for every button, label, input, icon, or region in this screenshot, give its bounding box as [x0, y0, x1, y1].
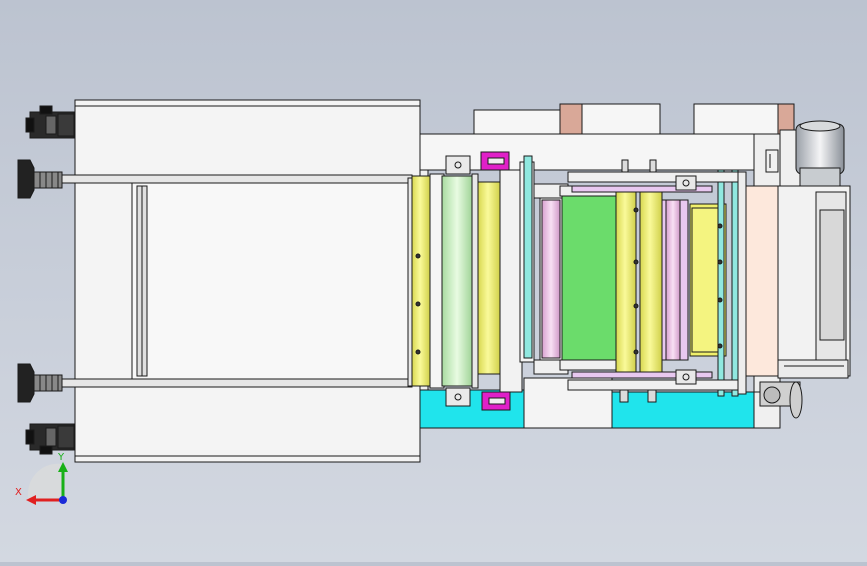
salmon-block-left: [559, 103, 583, 137]
yellow-roll-3: [639, 185, 663, 373]
machine-drawing: X Y: [15, 99, 851, 505]
triad-z-axis: [59, 496, 67, 504]
foot-bottom: [25, 423, 75, 455]
triad-x-label: X: [15, 487, 22, 498]
teal-guide-post: [523, 155, 533, 359]
triad-plane: [27, 463, 62, 500]
green-roll: [441, 175, 473, 387]
leveling-foot-upper: [17, 159, 63, 199]
guide-frame: [131, 182, 417, 380]
coordinate-triad: X Y: [15, 452, 68, 505]
cad-viewport[interactable]: X Y: [0, 0, 867, 562]
green-belt: [561, 195, 617, 361]
yellow-side-roll: [411, 175, 431, 387]
yellow-roll-2: [615, 185, 637, 373]
yellow-roll-1: [477, 181, 501, 375]
cyan-base-right: [611, 391, 755, 429]
pink-roll: [541, 199, 561, 359]
leveling-foot-lower: [17, 363, 63, 403]
triad-y-label: Y: [57, 452, 65, 463]
foot-top: [25, 105, 75, 139]
